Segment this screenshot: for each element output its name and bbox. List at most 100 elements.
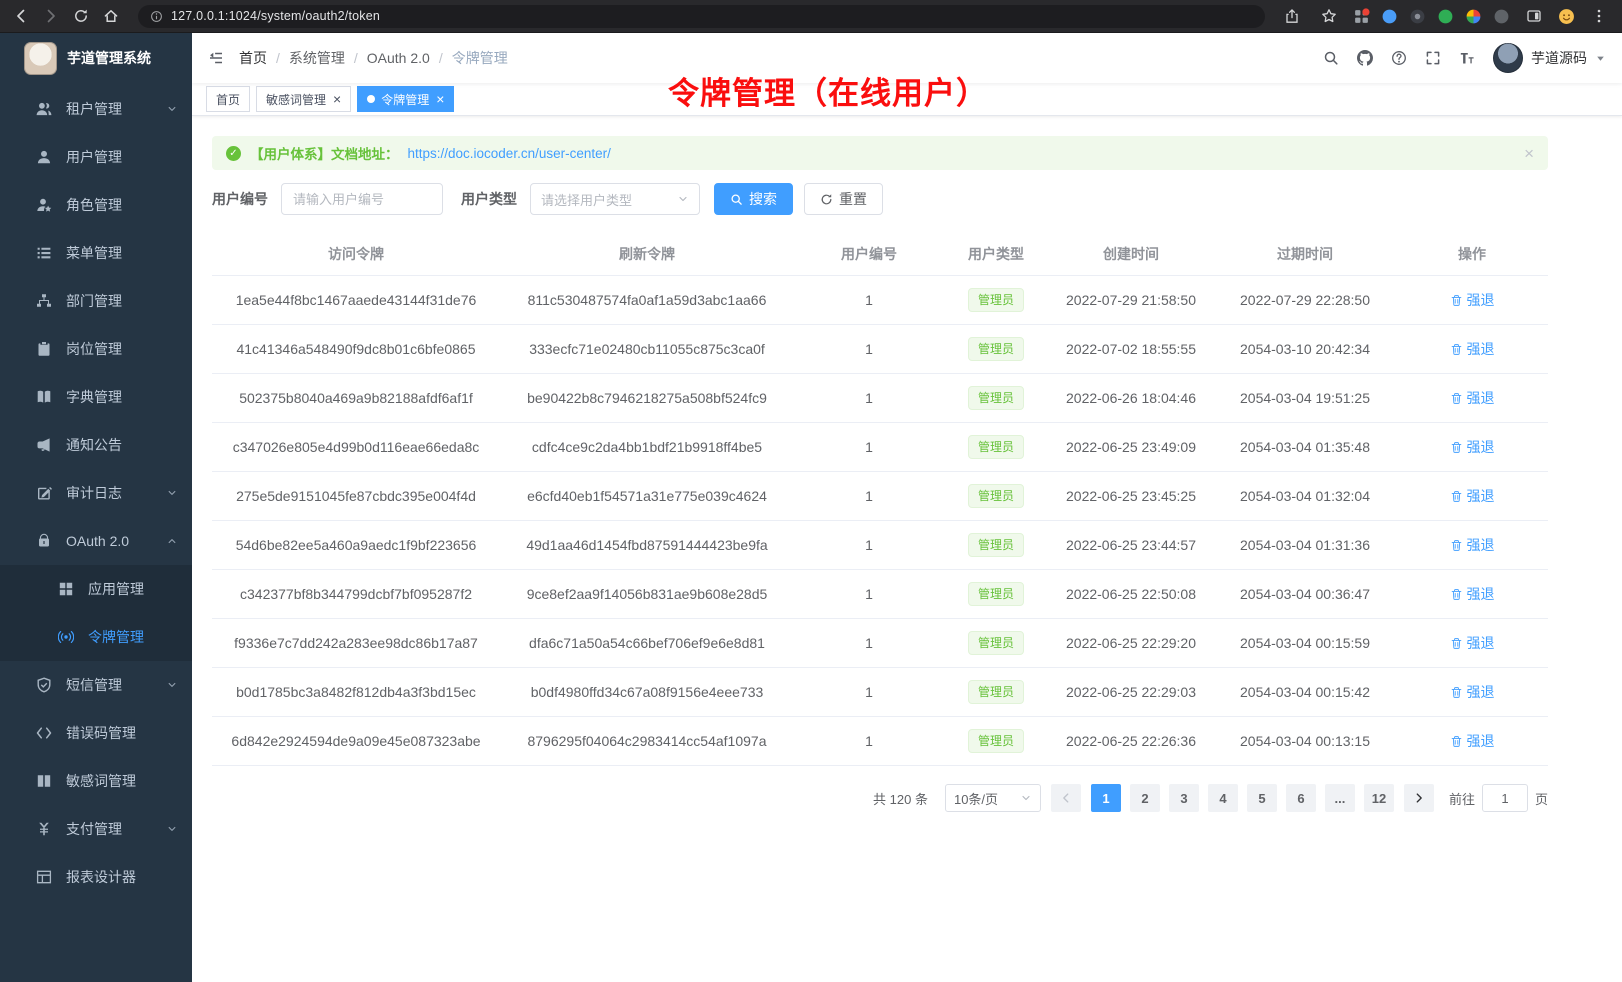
extension-gray-icon[interactable] (1493, 8, 1510, 25)
sidebar-item-oauth2[interactable]: OAuth 2.0 (0, 517, 192, 565)
user-type-cell: 管理员 (944, 337, 1048, 361)
browser-profile-avatar[interactable] (1558, 8, 1575, 25)
tab-token[interactable]: 令牌管理× (357, 86, 454, 112)
url-bar[interactable]: 127.0.0.1:1024/system/oauth2/token (138, 5, 1265, 28)
chevron-down-icon (1020, 792, 1032, 804)
forward-button[interactable] (38, 3, 64, 29)
sidebar-item-dept[interactable]: 部门管理 (0, 277, 192, 325)
browser-menu-icon[interactable] (1586, 3, 1612, 29)
sidebar-item-sensitive-word[interactable]: 敏感词管理 (0, 757, 192, 805)
actions-cell: 强退 (1396, 388, 1548, 408)
prev-page-button[interactable] (1051, 784, 1081, 812)
tab-close-icon[interactable]: × (333, 92, 341, 106)
page-number-5[interactable]: 5 (1247, 784, 1277, 812)
next-page-button[interactable] (1404, 784, 1434, 812)
user-type-tag: 管理员 (968, 582, 1024, 606)
extension-grid-icon[interactable] (1353, 8, 1370, 25)
sidebar-item-oauth2-token[interactable]: 令牌管理 (0, 613, 192, 661)
breadcrumb-item[interactable]: 首页 (239, 48, 267, 68)
alert-close-icon[interactable]: × (1524, 145, 1534, 162)
back-button[interactable] (8, 3, 34, 29)
user-menu[interactable]: 芋道源码 (1493, 43, 1606, 73)
breadcrumb-item[interactable]: 系统管理 (289, 48, 345, 68)
sidebar-item-post[interactable]: 岗位管理 (0, 325, 192, 373)
font-size-icon[interactable] (1459, 50, 1475, 66)
extension-multicolor-icon[interactable] (1465, 8, 1482, 25)
refresh-token-cell: 333ecfc71e02480cb11055c875c3ca0f (500, 341, 794, 357)
filter-bar: 用户编号 用户类型 请选择用户类型 搜索 重置 (212, 183, 1548, 215)
home-button[interactable] (98, 3, 124, 29)
doc-alert: ✓ 【用户体系】文档地址： https://doc.iocoder.cn/use… (212, 136, 1548, 170)
user-type-tag: 管理员 (968, 435, 1024, 459)
app-logo[interactable]: 芋道管理系统 (0, 33, 192, 83)
force-logout-button[interactable]: 强退 (1450, 682, 1495, 702)
extension-green-icon[interactable] (1437, 8, 1454, 25)
page-content: ✓ 【用户体系】文档地址： https://doc.iocoder.cn/use… (192, 116, 1622, 812)
user-id-input[interactable] (281, 183, 443, 215)
user-type-tag: 管理员 (968, 533, 1024, 557)
force-logout-label: 强退 (1467, 633, 1495, 653)
site-info-icon[interactable] (150, 10, 163, 23)
page-ellipsis[interactable]: ... (1325, 784, 1355, 812)
sidebar-item-audit-log[interactable]: 审计日志 (0, 469, 192, 517)
reload-button[interactable] (68, 3, 94, 29)
token-icon (58, 629, 74, 645)
extension-blue-icon[interactable] (1381, 8, 1398, 25)
sidebar-item-menu[interactable]: 菜单管理 (0, 229, 192, 277)
tab-close-icon[interactable]: × (436, 92, 444, 106)
trash-icon (1450, 490, 1463, 503)
force-logout-button[interactable]: 强退 (1450, 584, 1495, 604)
force-logout-button[interactable]: 强退 (1450, 535, 1495, 555)
force-logout-button[interactable]: 强退 (1450, 486, 1495, 506)
sidebar-item-tenant[interactable]: 租户管理 (0, 85, 192, 133)
share-icon[interactable] (1279, 3, 1305, 29)
breadcrumb-item[interactable]: OAuth 2.0 (367, 50, 430, 66)
help-icon[interactable] (1391, 50, 1407, 66)
split-view-icon[interactable] (1521, 3, 1547, 29)
sidebar-item-role[interactable]: 角色管理 (0, 181, 192, 229)
force-logout-button[interactable]: 强退 (1450, 731, 1495, 751)
extension-dark-icon[interactable] (1409, 8, 1426, 25)
column-header: 刷新令牌 (500, 244, 794, 264)
github-icon[interactable] (1357, 50, 1373, 66)
expire-time-cell: 2054-03-04 01:31:36 (1214, 537, 1396, 553)
sidebar-item-oauth2-app[interactable]: 应用管理 (0, 565, 192, 613)
page-number-1[interactable]: 1 (1091, 784, 1121, 812)
tab-sensitive-word[interactable]: 敏感词管理× (256, 86, 351, 112)
sidebar-item-error-code[interactable]: 错误码管理 (0, 709, 192, 757)
app-icon (58, 581, 74, 597)
search-button[interactable]: 搜索 (714, 183, 793, 215)
success-icon: ✓ (226, 146, 241, 161)
force-logout-button[interactable]: 强退 (1450, 437, 1495, 457)
sidebar-item-notice[interactable]: 通知公告 (0, 421, 192, 469)
page-number-2[interactable]: 2 (1130, 784, 1160, 812)
sidebar-item-user[interactable]: 用户管理 (0, 133, 192, 181)
page-number-12[interactable]: 12 (1364, 784, 1394, 812)
goto-input[interactable] (1482, 784, 1528, 812)
page-number-3[interactable]: 3 (1169, 784, 1199, 812)
sidebar-item-report-designer[interactable]: 报表设计器 (0, 853, 192, 901)
tab-home[interactable]: 首页 (206, 86, 250, 112)
reset-button[interactable]: 重置 (804, 183, 883, 215)
bookmark-star-icon[interactable] (1316, 3, 1342, 29)
columns-icon (36, 773, 52, 789)
page-number-4[interactable]: 4 (1208, 784, 1238, 812)
sidebar-item-pay[interactable]: 支付管理 (0, 805, 192, 853)
page-size-select[interactable]: 10条/页 (945, 784, 1041, 812)
sidebar-item-sms[interactable]: 短信管理 (0, 661, 192, 709)
search-icon[interactable] (1323, 50, 1339, 66)
user-type-select[interactable]: 请选择用户类型 (530, 183, 700, 215)
force-logout-button[interactable]: 强退 (1450, 633, 1495, 653)
alert-link[interactable]: https://doc.iocoder.cn/user-center/ (408, 146, 611, 161)
sidebar-item-dict[interactable]: 字典管理 (0, 373, 192, 421)
fullscreen-icon[interactable] (1425, 50, 1441, 66)
log-icon (36, 485, 52, 501)
force-logout-button[interactable]: 强退 (1450, 388, 1495, 408)
force-logout-button[interactable]: 强退 (1450, 339, 1495, 359)
force-logout-button[interactable]: 强退 (1450, 290, 1495, 310)
chevron-down-icon (677, 193, 689, 205)
trash-icon (1450, 637, 1463, 650)
page-number-6[interactable]: 6 (1286, 784, 1316, 812)
sidebar-toggle[interactable] (208, 50, 224, 66)
trash-icon (1450, 441, 1463, 454)
